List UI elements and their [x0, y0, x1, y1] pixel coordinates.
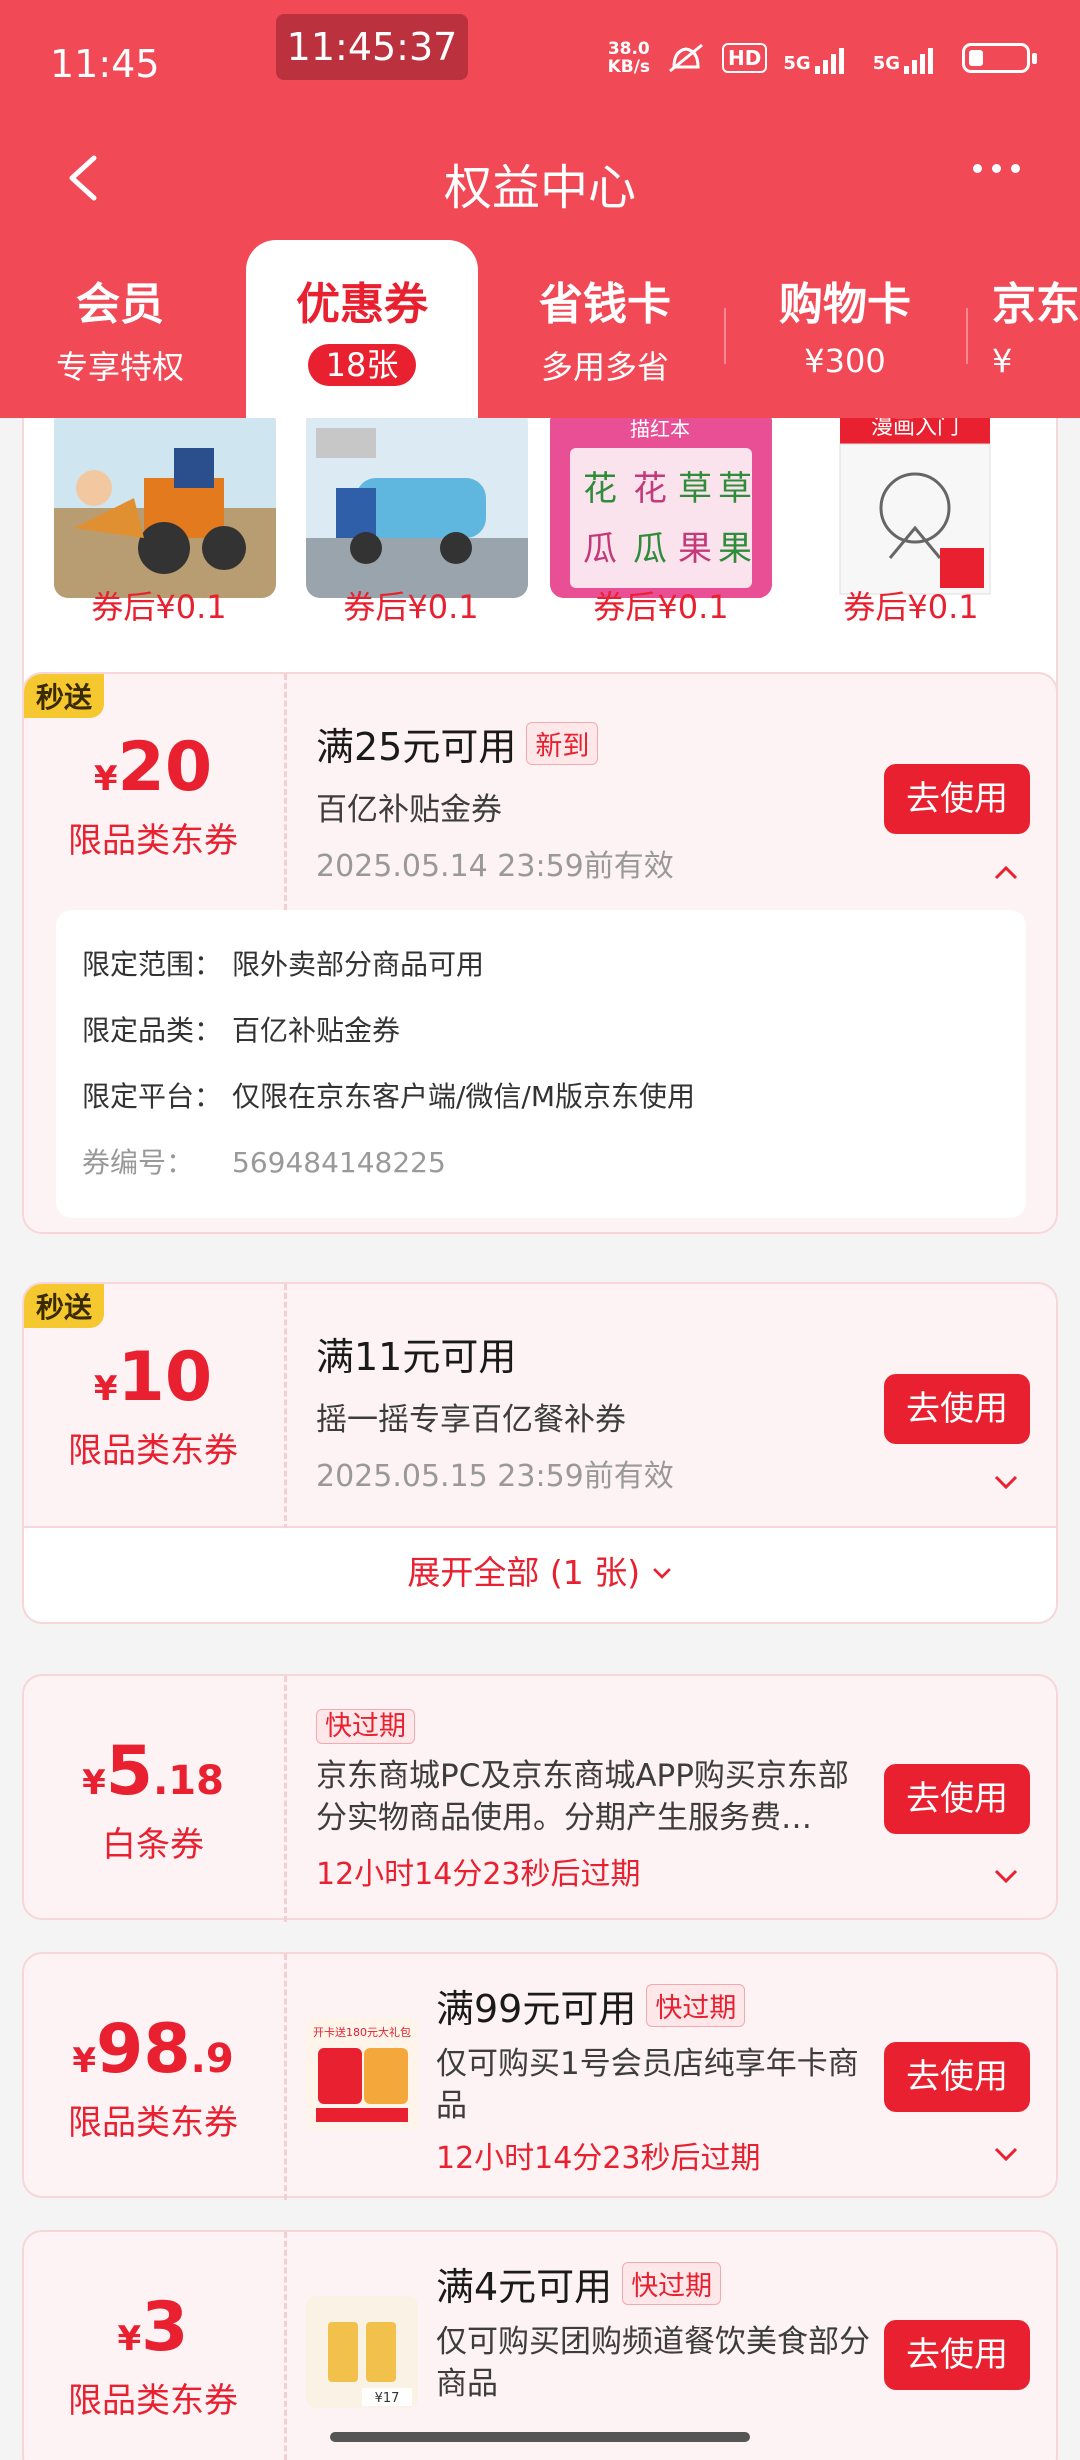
product-price: 券后¥0.1 [843, 588, 979, 626]
coupon-product-thumbnail: ¥17 [306, 2296, 418, 2408]
svg-text:¥17: ¥17 [375, 2391, 400, 2406]
svg-text:开卡送180元大礼包: 开卡送180元大礼包 [313, 2025, 411, 2039]
home-indicator[interactable] [330, 2432, 750, 2442]
coupon-condition: 满25元可用 [316, 725, 517, 769]
more-icon[interactable] [968, 158, 1028, 198]
signal-5g-icon-2: 5G [873, 42, 946, 74]
svg-text:瓜: 瓜 [583, 529, 617, 569]
coupon-description: 仅可购买1号会员店纯享年卡商品 [436, 2046, 859, 2124]
coupon-card: 秒送 ¥10 限品类东券 满11元可用 摇一摇专享百亿餐补券 2025.05.1… [22, 1282, 1058, 1530]
tab-shopping-card[interactable]: 购物卡 ¥300 [740, 240, 950, 418]
expiring-badge: 快过期 [622, 2262, 722, 2305]
coupon-description: 摇一摇专享百亿餐补券 [316, 1402, 626, 1438]
new-badge: 新到 [526, 722, 599, 765]
coupon-card: ¥98.9 限品类东券 开卡送180元大礼包 满99元可用 快过期 仅可购买1号会… [22, 1952, 1058, 2200]
use-coupon-button[interactable]: 去使用 [884, 2320, 1030, 2390]
coupon-validity: 2025.05.14 23:59前有效 [316, 849, 674, 884]
coupon-product-thumbnail: 开卡送180元大礼包 [306, 2018, 418, 2130]
coupon-type: 限品类东券 [68, 1431, 238, 1471]
svg-text:描红本: 描红本 [630, 418, 690, 441]
svg-text:花: 花 [633, 469, 667, 509]
battery-icon [962, 43, 1037, 73]
expiring-badge: 快过期 [316, 1709, 415, 1744]
chevron-down-icon[interactable] [992, 1468, 1020, 1496]
coupon-amount: ¥20 [93, 728, 213, 807]
svg-text:花: 花 [583, 469, 617, 509]
mute-icon [669, 43, 703, 73]
coupon-tag: 秒送 [24, 674, 105, 718]
coupon-validity: 2025.05.15 23:59前有效 [316, 1459, 674, 1494]
tab-coupons[interactable]: 优惠券 18张 [246, 240, 478, 418]
product-image[interactable]: 描红本 花花草草 瓜瓜果果 [550, 418, 772, 598]
coupon-card: ¥3 限品类东券 ¥17 满4元可用 快过期 仅可购买团购频道餐饮美食部分商品 去… [22, 2230, 1058, 2460]
svg-text:草: 草 [718, 469, 752, 509]
coupon-tag: 秒送 [24, 1284, 105, 1328]
expand-all-button[interactable]: 展开全部 (1 张) [22, 1528, 1058, 1624]
coupon-type: 白条券 [102, 1825, 204, 1865]
coupon-list[interactable]: 券后¥0.1 券后¥0.1 描红本 花花草草 瓜瓜果果 券后¥0.1 漫画入门 … [0, 418, 1080, 2460]
signal-5g-icon: 5G [783, 42, 856, 74]
hd-icon: HD [722, 43, 768, 73]
coupon-amount: ¥98.9 [72, 2010, 234, 2089]
chevron-down-icon[interactable] [992, 2140, 1020, 2168]
product-price: 券后¥0.1 [91, 588, 227, 626]
floating-clock: 11:45:37 [276, 14, 468, 80]
tab-jd[interactable]: 京东 ¥ [992, 240, 1080, 418]
chevron-down-icon [652, 1568, 671, 1579]
coupon-type: 限品类东券 [68, 2381, 238, 2421]
coupon-expire-countdown: 12小时14分23秒后过期 [316, 1857, 641, 1892]
coupon-amount: ¥5.18 [82, 1732, 224, 1811]
coupon-type: 限品类东券 [68, 821, 238, 861]
product-image[interactable] [54, 418, 276, 598]
tab-member[interactable]: 会员 专享特权 [20, 240, 220, 418]
status-bar: 11:45 11:45:37 38.0 KB/s HD 5G 5G [0, 0, 1080, 135]
chevron-down-icon[interactable] [992, 1862, 1020, 1890]
chevron-up-icon[interactable] [992, 858, 1020, 886]
detail-scope: 限外卖部分商品可用 [232, 948, 485, 981]
expiring-badge: 快过期 [646, 1984, 746, 2027]
coupon-condition: 满11元可用 [316, 1335, 517, 1379]
coupon-card: ¥5.18 白条券 快过期 京东商城PC及京东商城APP购买京东部分实物商品使用… [22, 1674, 1058, 1922]
use-coupon-button[interactable]: 去使用 [884, 1374, 1030, 1444]
nav-bar: 权益中心 [0, 130, 1080, 240]
coupon-number: 569484148225 [232, 1146, 446, 1179]
page-title: 权益中心 [443, 160, 636, 216]
svg-text:果: 果 [718, 529, 752, 569]
coupon-expire-countdown: 12小时14分23秒后过期 [436, 2141, 761, 2176]
detail-platform: 仅限在京东客户端/微信/M版京东使用 [232, 1080, 696, 1113]
product-image[interactable]: 漫画入门 [800, 418, 1022, 598]
svg-text:草: 草 [678, 469, 712, 509]
coupon-card: 秒送 ¥20 限品类东券 满25元可用 新到 百亿补贴金券 2025.05.14 … [22, 672, 1058, 1234]
svg-text:漫画入门: 漫画入门 [871, 418, 959, 440]
use-coupon-button[interactable]: 去使用 [884, 2042, 1030, 2112]
coupon-description: 百亿补贴金券 [316, 792, 502, 828]
coupon-description: 仅可购买团购频道餐饮美食部分商品 [436, 2324, 870, 2402]
product-price: 券后¥0.1 [593, 588, 729, 626]
network-speed: 38.0 KB/s [607, 39, 651, 77]
use-coupon-button[interactable]: 去使用 [884, 1764, 1030, 1834]
coupon-detail-panel: 限定范围： 限外卖部分商品可用 限定品类： 百亿补贴金券 限定平台： 仅限在京东客户端… [56, 910, 1026, 1218]
status-time: 11:45 [50, 42, 160, 86]
product-price: 券后¥0.1 [343, 588, 479, 626]
coupon-condition: 满4元可用 [436, 2265, 613, 2309]
coupon-type: 限品类东券 [68, 2103, 238, 2143]
coupon-condition: 满99元可用 [436, 1987, 637, 2031]
product-image[interactable] [306, 418, 528, 598]
svg-text:瓜: 瓜 [633, 529, 667, 569]
coupon-amount: ¥3 [117, 2288, 189, 2367]
use-coupon-button[interactable]: 去使用 [884, 764, 1030, 834]
coupon-amount: ¥10 [93, 1338, 213, 1417]
tab-saving-card[interactable]: 省钱卡 多用多省 [500, 240, 710, 418]
coupon-description: 京东商城PC及京东商城APP购买京东部分实物商品使用。分期产生服务费… [316, 1758, 849, 1836]
detail-category: 百亿补贴金券 [232, 1014, 401, 1047]
tab-bar: 会员 专享特权 优惠券 18张 省钱卡 多用多省 购物卡 ¥300 京东 ¥ [0, 240, 1080, 418]
svg-text:果: 果 [678, 529, 712, 569]
